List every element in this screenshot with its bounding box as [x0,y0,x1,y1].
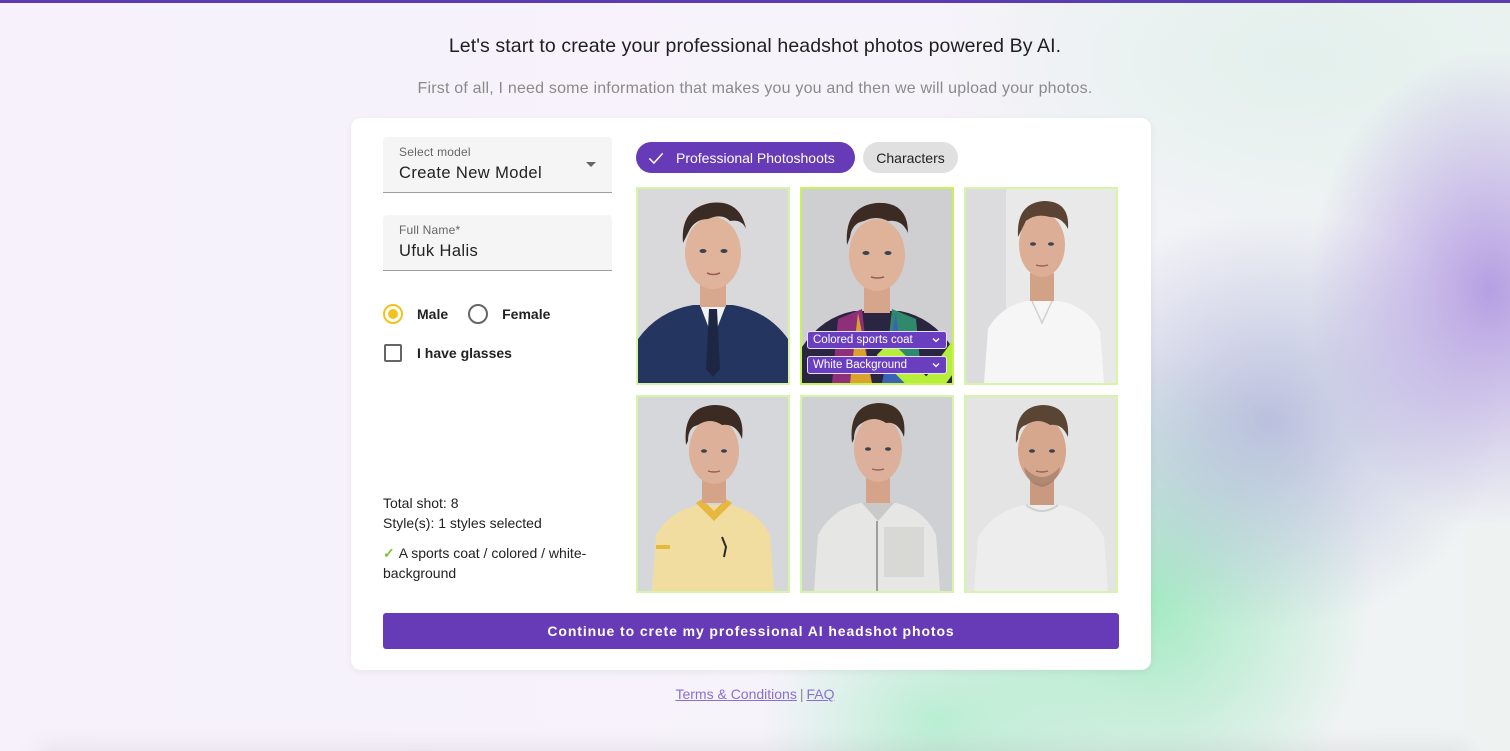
style-card-yellow-polo[interactable] [636,395,790,593]
glasses-checkbox-label[interactable]: I have glasses [417,345,512,361]
tab-professional-photoshoots-label: Professional Photoshoots [676,149,835,166]
select-model-value: Create New Model [399,164,543,182]
coat-style-value: Colored sports coat [813,334,913,346]
faq-link[interactable]: FAQ [807,686,835,702]
background-dropdown[interactable]: White Background [807,356,947,374]
selected-style-item: ✓ A sports coat / colored / white-backgro… [383,543,613,583]
check-icon [648,152,664,164]
bottom-shadow [40,745,1470,751]
footer-links: Terms & Conditions | FAQ [0,686,1510,702]
glasses-checkbox[interactable] [384,344,402,362]
page-title: Let's start to create your professional … [448,35,1062,57]
glasses-checkbox-row: I have glasses [384,344,512,362]
style-card-white-shirt[interactable] [964,187,1118,385]
style-photo-white-tshirt [966,397,1116,591]
tab-professional-photoshoots[interactable]: Professional Photoshoots [636,142,855,173]
top-accent-line [0,0,1510,3]
style-photo-yellow-polo [638,397,788,591]
check-icon: ✓ [383,545,395,561]
selection-summary: Total shot: 8 Style(s): 1 styles selecte… [383,493,613,583]
select-model-label: Select model [399,145,471,159]
full-name-label: Full Name* [399,223,461,237]
continue-button[interactable]: Continue to crete my professional AI hea… [383,613,1119,649]
tab-characters-label: Characters [876,149,945,166]
select-model-dropdown[interactable]: Select model Create New Model [383,137,612,193]
style-card-knit-cardigan[interactable] [800,395,954,593]
full-name-field[interactable]: Full Name* Ufuk Halis [383,215,612,271]
total-shot-text: Total shot: 8 [383,495,459,511]
style-photo-navy-suit [638,189,788,383]
category-tabs: Professional Photoshoots Characters [636,142,966,173]
chevron-down-icon [932,338,940,343]
style-photo-knit-cardigan [802,397,952,591]
full-name-value: Ufuk Halis [399,242,479,260]
style-photo-white-shirt [966,189,1116,383]
female-radio-label[interactable]: Female [502,306,550,322]
style-card-navy-suit[interactable] [636,187,790,385]
style-card-white-tshirt[interactable] [964,395,1118,593]
style-card-colored-sports-coat[interactable]: Colored sports coat White Background [800,187,954,385]
terms-link[interactable]: Terms & Conditions [675,686,796,702]
background-value: White Background [813,359,907,371]
male-radio[interactable] [383,304,403,324]
coat-style-dropdown[interactable]: Colored sports coat [807,331,947,349]
selected-style-text: A sports coat / colored / white-backgrou… [383,545,587,581]
chevron-down-icon [932,363,940,368]
dropdown-caret-icon [586,162,596,167]
female-radio[interactable] [468,304,489,324]
style-grid: Colored sports coat White Background [636,187,1119,593]
page-subtitle: First of all, I need some information th… [417,80,1093,97]
footer-separator: | [799,686,804,702]
styles-count-text: Style(s): 1 styles selected [383,515,542,531]
tab-characters[interactable]: Characters [863,142,958,173]
male-radio-label[interactable]: Male [417,306,448,322]
gender-radio-group: Male Female [383,304,550,324]
setup-card: Select model Create New Model Full Name*… [351,118,1151,670]
